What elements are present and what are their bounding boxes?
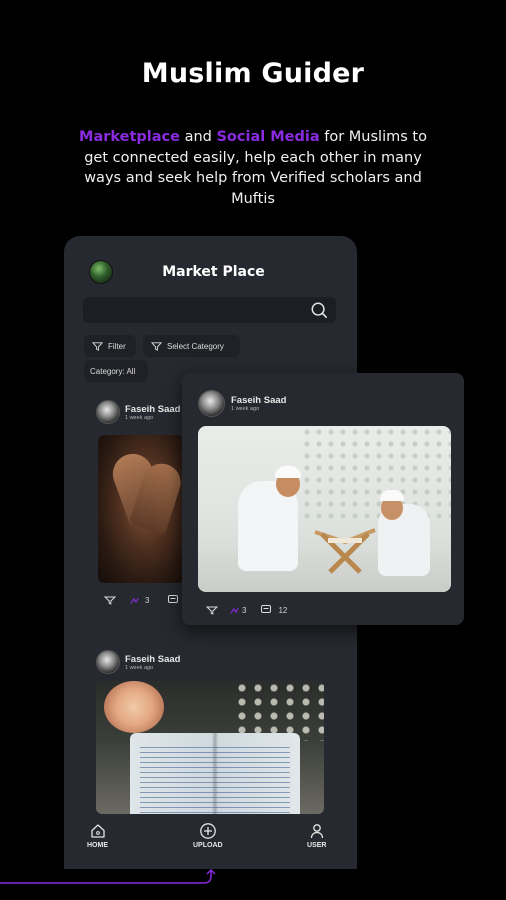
likes-indicator-icon — [230, 607, 239, 614]
desc-and: and — [179, 129, 217, 145]
like-count: 3 — [145, 595, 150, 605]
bottom-navigation: HOME UPLOAD USER — [64, 815, 357, 869]
nav-upload[interactable]: UPLOAD — [193, 822, 223, 849]
nav-upload-label: UPLOAD — [193, 842, 223, 849]
post-image-kids-reading[interactable] — [198, 426, 451, 592]
post-header: Faseih Saad 1 week ago — [198, 390, 286, 417]
post-author[interactable]: Faseih Saad — [231, 395, 286, 406]
featured-post-card[interactable]: Faseih Saad 1 week ago 3 12 — [182, 373, 464, 625]
post-time: 1 week ago — [125, 414, 154, 421]
post-author[interactable]: Faseih Saad — [125, 654, 180, 665]
like-icon[interactable] — [206, 604, 218, 616]
avatar[interactable] — [198, 390, 225, 417]
home-icon — [90, 824, 105, 838]
search-input[interactable] — [91, 301, 291, 319]
search-icon[interactable] — [310, 301, 328, 319]
avatar[interactable] — [96, 400, 120, 424]
search-bar[interactable] — [83, 297, 336, 323]
like-icon[interactable] — [104, 594, 116, 606]
current-category-label: Category: All — [90, 366, 136, 376]
post-time: 1 week ago — [125, 664, 154, 671]
likes-indicator-icon — [130, 597, 139, 604]
comment-icon[interactable] — [167, 594, 179, 606]
post-stats: 3 12 — [206, 604, 287, 616]
upload-icon — [199, 823, 216, 839]
avatar[interactable] — [96, 650, 120, 674]
post-header: Faseih Saad 1 week ago — [96, 650, 180, 674]
post-time: 1 week ago — [231, 406, 260, 412]
filter-icon — [92, 341, 103, 351]
nav-home[interactable]: HOME — [87, 822, 108, 849]
nav-user[interactable]: USER — [307, 822, 326, 849]
select-category-button[interactable]: Select Category — [143, 335, 240, 357]
comment-count: 12 — [278, 605, 288, 615]
current-category-badge: Category: All — [84, 360, 148, 382]
page-title: Market Place — [162, 264, 265, 280]
post-author[interactable]: Faseih Saad — [125, 404, 180, 415]
nav-home-label: HOME — [87, 842, 108, 849]
select-category-label: Select Category — [167, 341, 224, 351]
post-image-praying-hands[interactable] — [98, 435, 184, 583]
hero-description: Marketplace and Social Media for Muslims… — [70, 127, 436, 209]
filter-label: Filter — [108, 341, 126, 351]
marketplace-highlight: Marketplace — [79, 129, 180, 145]
post-image-quran-rose[interactable] — [96, 681, 324, 814]
filter-button[interactable]: Filter — [84, 335, 136, 357]
post-stats: 3 1 — [104, 594, 190, 606]
decorative-arrow-line — [0, 868, 216, 884]
hero-title: Muslim Guider — [141, 58, 365, 89]
comment-icon[interactable] — [260, 604, 272, 616]
user-icon — [310, 824, 323, 839]
tag-icon — [151, 341, 162, 351]
post-header: Faseih Saad 1 week ago — [96, 400, 180, 424]
nav-user-label: USER — [307, 842, 327, 849]
social-media-highlight: Social Media — [216, 129, 320, 145]
like-count: 3 — [242, 605, 247, 615]
